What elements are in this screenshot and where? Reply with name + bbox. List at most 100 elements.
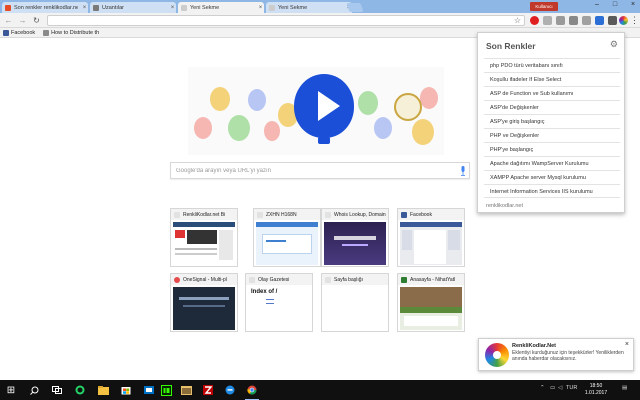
chrome-taskbar-icon[interactable] — [245, 383, 259, 400]
renkli-kodlar-extension-icon[interactable] — [619, 16, 628, 25]
tab-yeni-sekme-active[interactable]: Yeni Sekme × — [178, 2, 264, 13]
gear-icon[interactable]: ⚙ — [610, 39, 618, 50]
most-visited-tile[interactable]: ZXHN H168N — [253, 208, 321, 267]
tile-thumbnail: Index of / — [248, 287, 310, 330]
clock-time: 18:50 — [589, 383, 603, 389]
tile-thumbnail — [324, 287, 386, 330]
list-item[interactable]: Apache dağıtımı WampServer Kurulumu — [484, 156, 620, 170]
tile-header: Facebook — [398, 209, 464, 220]
task-view-icon[interactable] — [50, 383, 64, 397]
profile-button[interactable]: Kullanıcı — [530, 2, 558, 11]
balloon-shape — [228, 115, 250, 141]
action-center-icon[interactable]: ▤ — [622, 385, 627, 391]
most-visited-tile[interactable]: OneSignal - Multi-pl — [170, 273, 238, 332]
tile-title: RenkliKodlar.net Bi — [183, 211, 226, 218]
tile-title: OneSignal - Multi-pl — [183, 276, 227, 283]
list-item[interactable]: PHP ve Değişkenler — [484, 128, 620, 142]
balloon-knot-icon — [318, 137, 330, 144]
minimize-button[interactable]: – — [592, 1, 602, 8]
filezilla-icon[interactable] — [201, 383, 215, 397]
notification-body: Eklentiyi kurduğunuz için teşekkürler! Y… — [512, 350, 624, 362]
bookmark-star-icon[interactable]: ☆ — [514, 16, 521, 26]
list-item[interactable]: Koşullu ifadeler If Else Select — [484, 72, 620, 86]
address-bar[interactable]: ☆ — [47, 15, 525, 26]
list-item[interactable]: XAMPP Apache server Mysql kurulumu — [484, 170, 620, 184]
most-visited-tile[interactable]: Sayfa başlığı — [321, 273, 389, 332]
translate-icon[interactable] — [595, 16, 604, 25]
browser-toolbar: ← → ↻ ☆ ⋮ — [0, 13, 640, 28]
list-item[interactable]: ASP'ye giriş başlangıç — [484, 114, 620, 128]
tile-thumbnail — [173, 222, 235, 265]
tile-favicon-icon — [401, 276, 407, 283]
list-item[interactable]: Internet Information Services IIS kurulu… — [484, 184, 620, 198]
tab-son-renkler[interactable]: Son renkler renklikodlar.net × — [2, 2, 88, 13]
file-explorer-icon[interactable] — [96, 383, 110, 397]
opera-extension-icon[interactable] — [530, 16, 539, 25]
extension-icon[interactable] — [543, 16, 552, 25]
taskbar-clock[interactable]: 18:50 1.01.2017 — [579, 383, 613, 397]
file-manager-icon[interactable] — [179, 383, 193, 397]
most-visited-tile[interactable]: Whois Lookup, Domain — [321, 208, 389, 267]
tile-title: Facebook — [410, 211, 432, 218]
extension-icon[interactable] — [556, 16, 565, 25]
new-tab-button[interactable] — [346, 3, 364, 12]
tile-favicon-icon — [325, 211, 331, 218]
forward-button[interactable]: → — [18, 16, 27, 25]
back-button[interactable]: ← — [4, 16, 13, 25]
google-doodle[interactable] — [188, 67, 444, 155]
dreamweaver-icon[interactable] — [159, 383, 173, 397]
extension-notification[interactable]: RenkliKodlar.Net Eklentiyi kurduğunuz iç… — [478, 338, 634, 371]
balloon-shape — [194, 117, 212, 139]
extension-icon[interactable] — [582, 16, 591, 25]
close-icon[interactable]: × — [625, 341, 629, 348]
tray-up-arrow-icon[interactable]: ⌃ — [540, 385, 545, 391]
list-item[interactable]: PHP'ye başlangıç — [484, 142, 620, 156]
microphone-icon[interactable] — [460, 166, 466, 176]
most-visited-tile[interactable]: Facebook — [397, 208, 465, 267]
play-icon — [318, 91, 340, 121]
tile-thumbnail — [400, 287, 462, 330]
tab-yeni-sekme[interactable]: Yeni Sekme × — [266, 2, 352, 13]
extension-icon[interactable] — [569, 16, 578, 25]
bookmark-facebook[interactable]: Facebook — [3, 29, 35, 36]
close-window-button[interactable]: × — [628, 1, 638, 8]
popup-footer-link[interactable]: renklikodlar.net — [486, 203, 523, 209]
tab-close-icon[interactable]: × — [257, 5, 264, 11]
volume-icon[interactable]: ◁ — [558, 385, 562, 391]
logo-center-shape — [493, 351, 501, 359]
tab-label: Yeni Sekme — [190, 4, 220, 11]
most-visited-tile[interactable]: Olay Gazetesi Index of / — [245, 273, 313, 332]
recent-list: php PDO türü veritabanı sınıfı Koşullu i… — [484, 58, 620, 198]
reload-button[interactable]: ↻ — [32, 16, 41, 25]
maximize-button[interactable]: □ — [610, 1, 620, 8]
chrome-menu-icon[interactable]: ⋮ — [630, 15, 639, 25]
list-item[interactable]: ASP de Function ve Sub kullanımı — [484, 86, 620, 100]
clock-date: 1.01.2017 — [584, 390, 608, 396]
tile-header: Sayfa başlığı — [322, 274, 388, 285]
tab-close-icon[interactable]: × — [81, 5, 88, 11]
tile-header: Anasayfa - NihatYatl — [398, 274, 464, 285]
most-visited-tile[interactable]: RenkliKodlar.net Bi — [170, 208, 238, 267]
start-button[interactable]: ⊞ — [4, 383, 18, 397]
extension-icon[interactable] — [608, 16, 617, 25]
outlook-icon[interactable] — [142, 383, 156, 397]
tab-close-icon[interactable]: × — [169, 5, 176, 11]
tile-favicon-icon — [174, 211, 180, 218]
tile-thumbnail — [324, 222, 386, 265]
tile-favicon-icon — [257, 211, 263, 218]
search-input[interactable] — [176, 166, 446, 176]
facebook-icon — [401, 211, 407, 218]
network-icon[interactable]: ▭ — [550, 385, 555, 391]
search-icon[interactable] — [27, 383, 41, 397]
language-indicator[interactable]: TUR — [566, 385, 577, 391]
bookmark-how-to-distribute[interactable]: How to Distribute th — [43, 29, 99, 36]
most-visited-tile[interactable]: Anasayfa - NihatYatl — [397, 273, 465, 332]
store-icon[interactable] — [119, 383, 133, 397]
list-item[interactable]: php PDO türü veritabanı sınıfı — [484, 58, 620, 72]
onesignal-icon — [174, 276, 180, 283]
balloon-shape — [210, 87, 230, 111]
whatsapp-icon[interactable] — [73, 383, 87, 397]
tab-uzantilar[interactable]: Uzantılar × — [90, 2, 176, 13]
list-item[interactable]: ASP'de Değişkenler — [484, 100, 620, 114]
edge-icon[interactable] — [223, 383, 237, 397]
